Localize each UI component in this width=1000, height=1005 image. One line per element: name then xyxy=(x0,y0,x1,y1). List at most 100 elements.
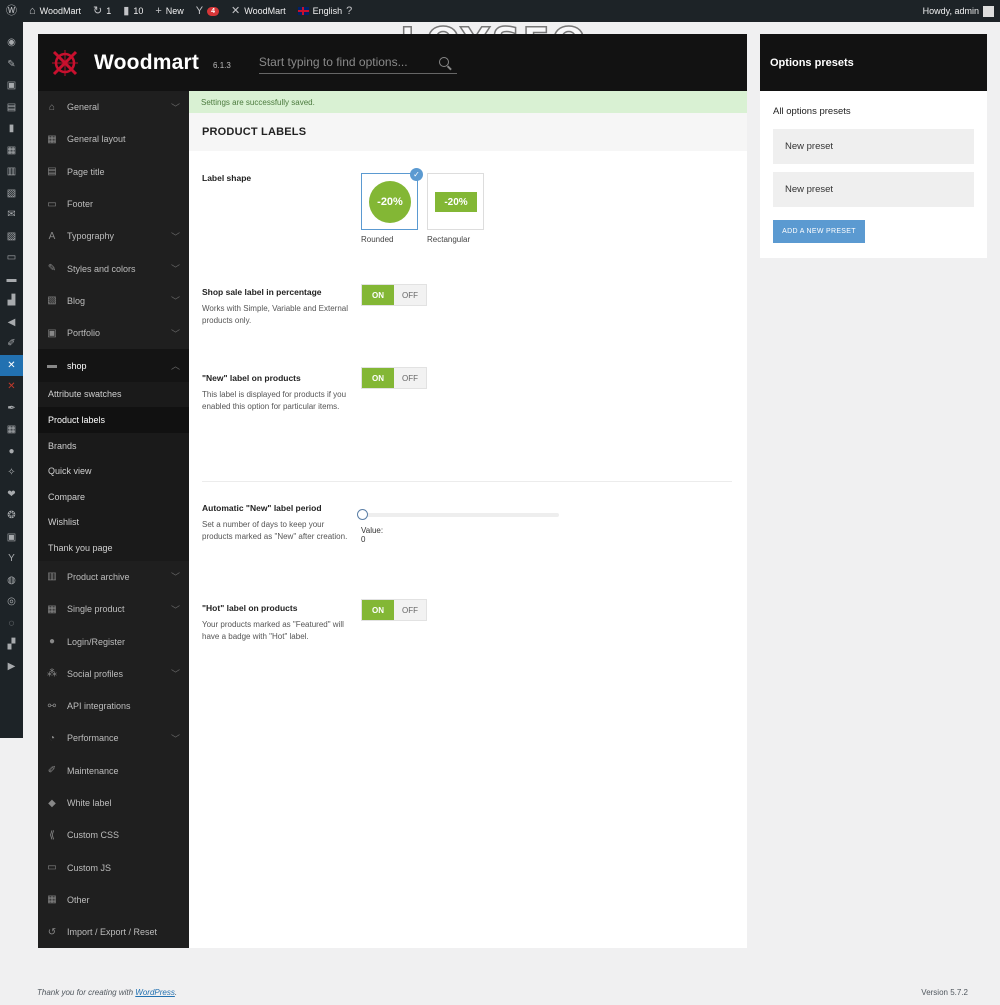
sidebar-subitem-wishlist[interactable]: Wishlist xyxy=(38,509,189,536)
shape-rectangular-choice[interactable]: -20% xyxy=(427,173,484,230)
sidebar-item-general-layout[interactable]: ▦ General layout xyxy=(38,123,189,155)
hot-label-switch: ON OFF xyxy=(361,599,427,621)
sidebar-subitem-quick-view[interactable]: Quick view xyxy=(38,458,189,485)
site-name-menu[interactable]: ⌂ WoodMart xyxy=(23,0,87,22)
html-blocks-icon[interactable]: ▥ xyxy=(0,161,23,183)
wordpress-link[interactable]: WordPress xyxy=(135,988,175,997)
yoast-menu[interactable]: Y4 xyxy=(190,0,225,22)
presets-title: Options presets xyxy=(760,34,987,91)
options-search-input[interactable] xyxy=(258,55,439,69)
plugins-icon[interactable]: ✒ xyxy=(0,398,23,420)
woocommerce-icon[interactable]: ▭ xyxy=(0,247,23,269)
option-description: Your products marked as "Featured" will … xyxy=(202,620,344,642)
account-menu[interactable]: Howdy, admin xyxy=(917,0,1000,22)
options-content: Settings are successfully saved. PRODUCT… xyxy=(189,91,747,948)
layouts-builder-icon[interactable]: ▦ xyxy=(0,419,23,441)
sidebar-item-performance[interactable]: ◔ Performance ﹀ xyxy=(38,722,189,754)
appearance-icon[interactable]: ✐ xyxy=(0,333,23,355)
woodmart-icon: ✕ xyxy=(231,4,241,17)
search-icon[interactable] xyxy=(438,57,449,67)
language-menu[interactable]: English? xyxy=(292,0,359,22)
sidebar-item-other[interactable]: ▦ Other xyxy=(38,884,189,916)
media-icon[interactable]: ▣ xyxy=(0,75,23,97)
marketing-icon[interactable]: ◀ xyxy=(0,312,23,334)
product-icon: ▦ xyxy=(47,603,57,615)
footer-thanks: Thank you for creating with WordPress. xyxy=(37,988,177,997)
users-icon[interactable]: ● xyxy=(0,441,23,463)
sliders-icon[interactable]: ▣ xyxy=(0,527,23,549)
switch-off-button[interactable]: OFF xyxy=(394,600,426,620)
sidebar-subitem-compare[interactable]: Compare xyxy=(38,484,189,510)
switch-on-button[interactable]: ON xyxy=(362,600,394,620)
sidebar-item-styles-and-colors[interactable]: ✎ Styles and colors ﹀ xyxy=(38,252,189,284)
posts-icon[interactable]: ✎ xyxy=(0,54,23,76)
sidebar-item-social-profiles[interactable]: ⁂ Social profiles ﹀ xyxy=(38,658,189,690)
updates-menu[interactable]: ↻ 1 xyxy=(87,0,117,22)
settings-icon[interactable]: ❂ xyxy=(0,505,23,527)
chevron-down-icon: ﹀ xyxy=(170,733,180,744)
preset-item[interactable]: New preset xyxy=(773,129,974,164)
analytics-icon[interactable]: ▟ xyxy=(0,290,23,312)
new-content-menu[interactable]: + New xyxy=(149,0,189,22)
slider-handle[interactable] xyxy=(357,509,368,520)
uk-flag-icon xyxy=(297,7,309,15)
sidebar-item-blog[interactable]: ▧ Blog ﹀ xyxy=(38,285,189,317)
sidebar-subitem-product-labels[interactable]: Product labels xyxy=(38,407,189,433)
tag-icon: ◆ xyxy=(48,797,56,809)
sidebar-subitem-attribute-swatches[interactable]: Attribute swatches xyxy=(38,381,189,408)
layouts-icon[interactable]: ▧ xyxy=(0,183,23,205)
sidebar-item-footer[interactable]: ▭ Footer xyxy=(38,188,189,220)
sidebar-item-label: Typography xyxy=(67,231,115,242)
sidebar-item-maintenance[interactable]: ✐ Maintenance xyxy=(38,755,189,787)
sidebar-item-shop[interactable]: ▬ shop ︿ xyxy=(38,349,189,382)
sidebar-item-typography[interactable]: A Typography ﹀ xyxy=(38,220,189,252)
portfolio-icon[interactable]: ▦ xyxy=(0,140,23,162)
extensions-icon[interactable]: ❤ xyxy=(0,484,23,506)
sidebar-subitem-thank-you-page[interactable]: Thank you page xyxy=(38,535,189,561)
woodmart-menu-icon[interactable]: ✕ xyxy=(0,376,23,398)
sidebar-item-white-label[interactable]: ◆ White label xyxy=(38,787,189,819)
sidebar-item-custom-css[interactable]: ⟪ Custom CSS xyxy=(38,819,189,851)
theme-menu[interactable]: ✕ WoodMart xyxy=(225,0,292,22)
contact-icon[interactable]: ✉ xyxy=(0,204,23,226)
sidebar-item-portfolio[interactable]: ▣ Portfolio ﹀ xyxy=(38,317,189,349)
sidebar-item-single-product[interactable]: ▦ Single product ﹀ xyxy=(38,593,189,625)
sidebar-item-api-integrations[interactable]: ⚯ API integrations xyxy=(38,690,189,722)
sidebar-item-page-title[interactable]: ▤ Page title xyxy=(38,156,189,188)
play-icon[interactable]: ▶ xyxy=(0,656,23,678)
seo-icon[interactable]: Y xyxy=(0,548,23,570)
logo-text: Woodmart xyxy=(94,50,200,74)
sidebar-item-product-archive[interactable]: ▥ Product archive ﹀ xyxy=(38,561,189,593)
switch-off-button[interactable]: OFF xyxy=(394,368,426,388)
other-icon: ▦ xyxy=(47,894,57,906)
sidebar-item-login-register[interactable]: ● Login/Register xyxy=(38,625,189,657)
preset-item[interactable]: New preset xyxy=(773,172,974,207)
sidebar-item-custom-js[interactable]: ▭ Custom JS xyxy=(38,852,189,884)
add-preset-button[interactable]: ADD A NEW PRESET xyxy=(773,220,865,243)
site-name: WoodMart xyxy=(39,6,82,16)
shape-rounded-choice[interactable]: -20% ✓ xyxy=(361,168,423,230)
comments-icon[interactable]: ▮ xyxy=(0,118,23,140)
sidebar-item-general[interactable]: ⌂ General ﹀ xyxy=(38,91,189,123)
translate-icon[interactable]: ▞ xyxy=(0,634,23,656)
products-icon[interactable]: ▬ xyxy=(0,269,23,291)
reset-icon: ↺ xyxy=(47,926,57,938)
visibility-icon[interactable]: ◎ xyxy=(0,591,23,613)
wordpress-logo-menu[interactable]: Ⓦ xyxy=(0,0,23,22)
yoast-badge: 4 xyxy=(207,6,220,16)
slides-icon[interactable]: ▨ xyxy=(0,226,23,248)
tools-icon[interactable]: ✧ xyxy=(0,462,23,484)
slider-track[interactable] xyxy=(361,513,559,517)
switch-off-button[interactable]: OFF xyxy=(394,285,426,305)
sidebar-item-import-export-reset[interactable]: ↺ Import / Export / Reset xyxy=(38,916,189,948)
sidebar-item-label: Other xyxy=(67,894,90,905)
wpbakery-icon[interactable]: ◍ xyxy=(0,570,23,592)
switch-on-button[interactable]: ON xyxy=(362,285,394,305)
sidebar-subitem-brands[interactable]: Brands xyxy=(38,432,189,459)
loco-icon[interactable]: ◌ xyxy=(0,613,23,635)
pages-icon[interactable]: ▤ xyxy=(0,97,23,119)
dashboard-icon[interactable]: ◉ xyxy=(0,32,23,54)
switch-on-button[interactable]: ON xyxy=(362,368,394,388)
comments-menu[interactable]: ▮ 10 xyxy=(117,0,149,22)
theme-settings-icon[interactable]: ✕ xyxy=(0,354,23,376)
